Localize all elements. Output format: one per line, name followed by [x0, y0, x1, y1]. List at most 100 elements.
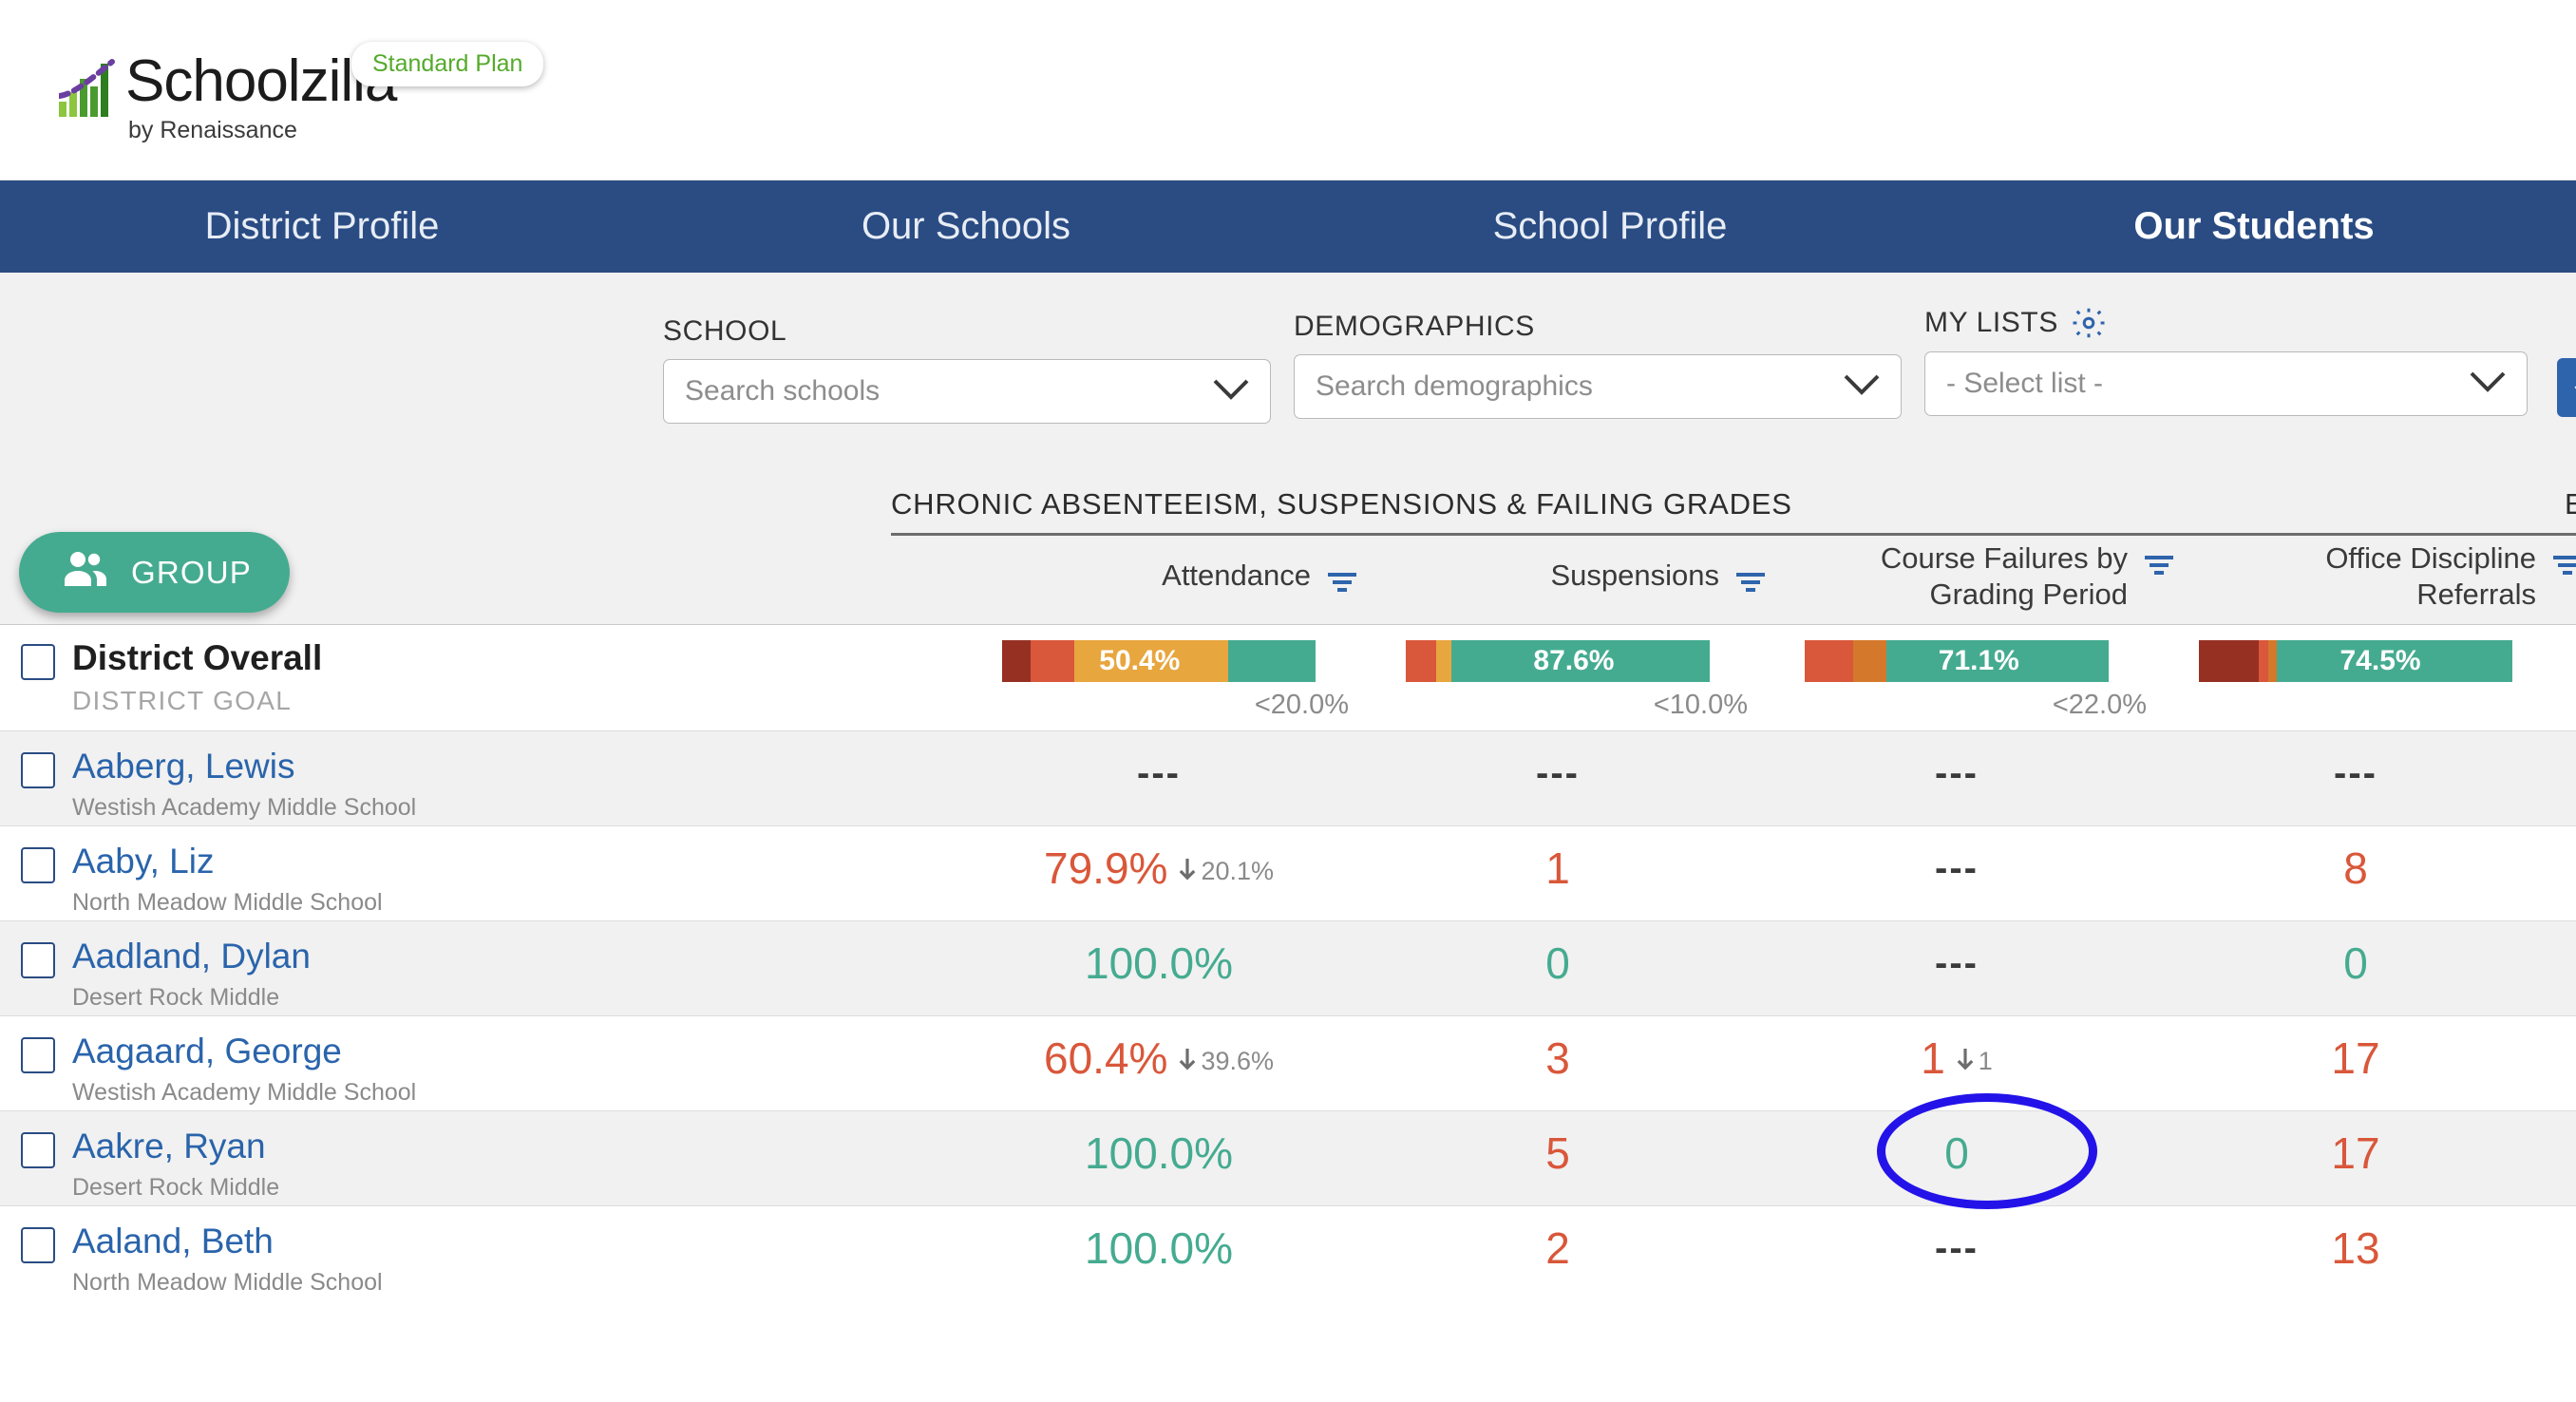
column-header-office-discipline-label: Office Discipline Referrals	[2325, 541, 2536, 611]
district-goal-label: DISTRICT GOAL	[72, 686, 293, 715]
chevron-down-icon	[1213, 375, 1249, 407]
student-name-link[interactable]: Aaland, Beth	[72, 1222, 383, 1261]
student-name-cell: Aaland, Beth North Meadow Middle School	[0, 1206, 959, 1300]
cell-value: ---	[1935, 752, 1979, 794]
row-checkbox[interactable]	[21, 1227, 55, 1263]
column-header-attendance-label: Attendance	[1162, 559, 1311, 592]
nav-item-school-profile[interactable]: School Profile	[1288, 205, 1932, 248]
row-checkbox[interactable]	[21, 847, 55, 883]
cell-value: 0	[1545, 938, 1570, 988]
nav-item-our-students[interactable]: Our Students	[1932, 205, 2576, 248]
bar-chart-logo-icon	[57, 58, 118, 123]
bar-value-label: 87.6%	[1533, 645, 1615, 676]
row-checkbox[interactable]	[21, 752, 55, 788]
goal-threshold: <10.0%	[1653, 690, 1748, 720]
cell-value: 2	[1545, 1223, 1570, 1273]
cell-value: 60.4%	[1044, 1033, 1168, 1083]
district-name: District Overall	[72, 638, 323, 677]
main-nav: District Profile Our Schools School Prof…	[0, 180, 2576, 273]
table-row[interactable]: Aaberg, Lewis Westish Academy Middle Sch…	[0, 730, 2576, 825]
cell-value: 79.9%	[1044, 843, 1168, 893]
cell-attendance: 60.4% 39.6%	[959, 1016, 1358, 1110]
my-lists-select[interactable]: - Select list -	[1924, 351, 2528, 416]
group-button[interactable]: GROUP	[19, 532, 290, 613]
brand-logo[interactable]: Schoolzilla by Renaissance	[57, 52, 397, 144]
gear-icon[interactable]	[2072, 306, 2106, 340]
table-row[interactable]: Aakre, Ryan Desert Rock Middle 100.0% 5 …	[0, 1110, 2576, 1205]
row-checkbox[interactable]	[21, 1037, 55, 1073]
delta-down-indicator: 39.6%	[1177, 1047, 1274, 1076]
table-row-district-overall[interactable]: District Overall DISTRICT GOAL 50.4% <20…	[0, 624, 2576, 730]
student-name-cell: Aaberg, Lewis Westish Academy Middle Sch…	[0, 731, 959, 825]
cell-course-failures: 0	[1757, 1111, 2156, 1205]
cell-value: 1	[1545, 843, 1570, 893]
nav-item-our-schools[interactable]: Our Schools	[644, 205, 1288, 248]
nav-item-district-profile[interactable]: District Profile	[0, 205, 644, 248]
table-row[interactable]: Aaby, Liz North Meadow Middle School 79.…	[0, 825, 2576, 920]
filter-icon[interactable]	[1326, 565, 1358, 601]
bar-value-label: 50.4%	[1099, 645, 1181, 676]
student-school: North Meadow Middle School	[72, 889, 383, 916]
cell-course-failures: ---	[1757, 1206, 2156, 1300]
cell-attendance: 100.0%	[959, 921, 1358, 1015]
student-name-link[interactable]: Aagaard, George	[72, 1032, 416, 1071]
cell-suspensions: 0	[1358, 921, 1757, 1015]
cell-suspensions: ---	[1358, 731, 1757, 825]
student-name-cell: Aadland, Dylan Desert Rock Middle	[0, 921, 959, 1015]
filter-icon[interactable]	[2551, 548, 2576, 584]
bar-segment	[1406, 640, 1436, 682]
school-search-input[interactable]: Search schools	[663, 359, 1271, 424]
student-name-link[interactable]: Aaby, Liz	[72, 842, 383, 881]
table-row[interactable]: Aaland, Beth North Meadow Middle School …	[0, 1205, 2576, 1300]
people-icon	[63, 550, 108, 596]
column-header-course-failures[interactable]: Course Failures by Grading Period	[1757, 540, 2175, 613]
bar-segment	[2267, 640, 2278, 682]
column-header-suspensions[interactable]: Suspensions	[1368, 558, 1767, 601]
cell-value: 0	[2343, 938, 2368, 988]
cell-value: 100.0%	[1084, 1128, 1233, 1178]
school-search-placeholder: Search schools	[685, 375, 881, 407]
cell-suspensions: 2	[1358, 1206, 1757, 1300]
cell-office-discipline: 17	[2156, 1016, 2555, 1110]
cell-course-failures: 1 1	[1757, 1016, 2156, 1110]
row-checkbox[interactable]	[21, 644, 55, 680]
bar-segment	[1436, 640, 1451, 682]
delta-value: 39.6%	[1201, 1046, 1274, 1075]
section-title-chronic-absenteeism: CHRONIC ABSENTEEISM, SUSPENSIONS & FAILI…	[891, 487, 2576, 536]
student-name-link[interactable]: Aadland, Dylan	[72, 937, 311, 976]
cell-value: ---	[1935, 942, 1979, 984]
cell-office-discipline: 17	[2156, 1111, 2555, 1205]
bar-segment	[2258, 640, 2268, 682]
row-checkbox[interactable]	[21, 942, 55, 978]
school-filter: SCHOOL Search schools	[663, 315, 1271, 424]
cell-value: ---	[2334, 752, 2377, 794]
page-root: Schoolzilla by Renaissance Standard Plan…	[0, 0, 2576, 1402]
column-header-attendance[interactable]: Attendance	[959, 558, 1358, 601]
row-checkbox[interactable]	[21, 1132, 55, 1168]
download-icon	[2574, 386, 2576, 389]
student-name-link[interactable]: Aaberg, Lewis	[72, 747, 416, 786]
bar-segment	[1227, 640, 1316, 682]
student-name-link[interactable]: Aakre, Ryan	[72, 1127, 279, 1166]
table-row[interactable]: Aadland, Dylan Desert Rock Middle 100.0%…	[0, 920, 2576, 1015]
goal-threshold: <22.0%	[2052, 690, 2147, 720]
cell-value: ---	[1935, 847, 1979, 889]
delta-down-indicator: 1	[1955, 1047, 1993, 1076]
school-filter-label: SCHOOL	[663, 315, 787, 347]
cell-office-discipline: 8	[2156, 826, 2555, 920]
download-button[interactable]	[2557, 358, 2576, 417]
column-header-office-discipline[interactable]: Office Discipline Referrals	[2166, 540, 2576, 613]
district-cell-office-discipline: 74.5%	[2156, 625, 2555, 730]
demographics-search-input[interactable]: Search demographics	[1294, 354, 1902, 419]
column-header-suspensions-label: Suspensions	[1550, 559, 1719, 592]
arrow-down-icon	[1180, 859, 1196, 881]
cell-value: 3	[1545, 1033, 1570, 1083]
cell-office-discipline: 0	[2156, 921, 2555, 1015]
table-row[interactable]: Aagaard, George Westish Academy Middle S…	[0, 1015, 2576, 1110]
bar-value-label: 74.5%	[2339, 645, 2421, 676]
cell-value: 0	[1944, 1128, 1969, 1178]
chevron-down-icon	[2470, 368, 2506, 400]
student-name-cell: Aaby, Liz North Meadow Middle School	[0, 826, 959, 920]
student-school: Westish Academy Middle School	[72, 1079, 417, 1106]
filter-and-header-region: SCHOOL Search schools DEMOGRAPHICS Searc…	[0, 273, 2576, 624]
